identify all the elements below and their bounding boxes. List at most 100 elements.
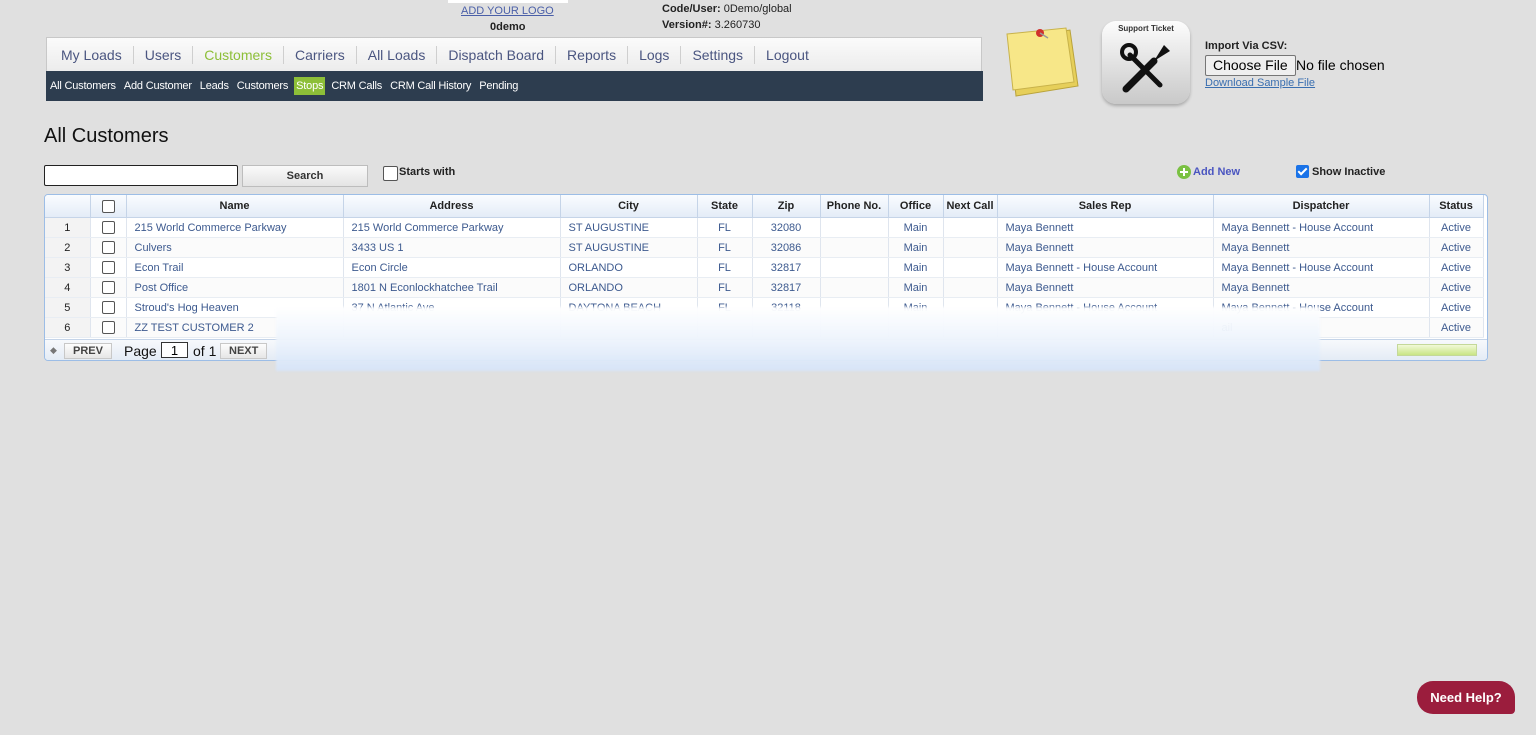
table-cell[interactable]: Active [1429,317,1484,338]
table-cell[interactable]: Active [1429,297,1484,318]
row-checkbox[interactable] [90,257,127,278]
resize-handle-icon[interactable]: ◆ [50,345,57,356]
table-cell[interactable]: Main [888,237,944,258]
table-cell[interactable]: Maya Bennett - House Account [1213,217,1430,238]
prev-page-button[interactable]: PREV [64,343,112,359]
table-cell[interactable]: 215 World Commerce Parkway [343,217,561,238]
sticky-note-icon[interactable] [1004,24,1084,104]
row-checkbox[interactable] [90,277,127,298]
table-row[interactable]: 3 Econ Trail Econ Circle ORLANDO FL 32817 Main… [45,257,1484,278]
table-cell[interactable] [820,217,889,238]
checkbox-icon[interactable] [101,301,115,314]
table-cell[interactable]: FL [697,217,753,238]
page-number-input[interactable] [161,342,188,358]
table-cell[interactable]: Maya Bennett - House Account [1213,257,1430,278]
table-cell[interactable]: Active [1429,277,1484,298]
table-cell[interactable]: Econ Trail [126,257,344,278]
subnav-item-leads[interactable]: Leads [198,77,231,95]
next-page-button[interactable]: NEXT [220,343,268,359]
column-header[interactable]: Next Call [943,195,998,218]
table-cell[interactable] [820,257,889,278]
table-cell[interactable]: ST AUGUSTINE [560,217,698,238]
subnav-item-all-customers[interactable]: All Customers [48,77,118,95]
table-cell[interactable]: FL [697,277,753,298]
table-cell[interactable]: 32817 [752,257,821,278]
column-header[interactable]: Phone No. [820,195,889,218]
checkbox-icon[interactable] [101,199,115,213]
column-header[interactable]: Zip [752,195,821,218]
nav-item-logout[interactable]: Logout [758,47,817,63]
table-cell[interactable]: 32086 [752,237,821,258]
column-header[interactable]: Sales Rep [997,195,1214,218]
table-cell[interactable]: 32817 [752,277,821,298]
nav-item-reports[interactable]: Reports [559,47,624,63]
download-sample-link[interactable]: Download Sample File [1205,77,1315,89]
column-header[interactable]: Status [1429,195,1484,218]
column-header[interactable]: Dispatcher [1213,195,1430,218]
table-cell[interactable]: Active [1429,257,1484,278]
table-cell[interactable]: ORLANDO [560,277,698,298]
table-cell[interactable]: Econ Circle [343,257,561,278]
nav-item-customers[interactable]: Customers [196,47,280,63]
table-cell[interactable]: Post Office [126,277,344,298]
nav-item-settings[interactable]: Settings [684,47,751,63]
table-row[interactable]: 4 Post Office 1801 N Econlockhatchee Trail… [45,277,1484,298]
table-cell[interactable] [943,237,998,258]
column-header[interactable]: City [560,195,698,218]
table-cell[interactable]: 215 World Commerce Parkway [126,217,344,238]
table-cell[interactable]: Maya Bennett [1213,237,1430,258]
table-cell[interactable]: Maya Bennett [1213,277,1430,298]
nav-item-my-loads[interactable]: My Loads [53,47,130,63]
search-button[interactable]: Search [242,165,368,187]
table-cell[interactable]: 3433 US 1 [343,237,561,258]
add-icon[interactable] [1177,165,1191,179]
subnav-item-crm-call-history[interactable]: CRM Call History [388,77,473,95]
table-cell[interactable]: Active [1429,237,1484,258]
row-checkbox[interactable] [90,217,127,238]
table-cell[interactable]: Main [888,277,944,298]
row-checkbox[interactable] [90,317,127,338]
starts-with-checkbox[interactable] [383,166,398,181]
table-cell[interactable]: Maya Bennett [997,237,1214,258]
table-cell[interactable]: Main [888,257,944,278]
nav-item-carriers[interactable]: Carriers [287,47,353,63]
table-cell[interactable]: Culvers [126,237,344,258]
table-row[interactable]: 1 215 World Commerce Parkway 215 World Com… [45,217,1484,238]
table-cell[interactable] [943,257,998,278]
checkbox-icon[interactable] [101,241,115,254]
row-number-header[interactable] [45,195,91,218]
nav-item-users[interactable]: Users [137,47,190,63]
table-cell[interactable]: 32080 [752,217,821,238]
checkbox-icon[interactable] [101,321,115,334]
show-inactive-checkbox[interactable] [1296,165,1309,178]
subnav-item-crm-calls[interactable]: CRM Calls [329,77,384,95]
row-checkbox[interactable] [90,297,127,318]
nav-item-logs[interactable]: Logs [631,47,677,63]
checkbox-icon[interactable] [101,261,115,274]
table-cell[interactable] [943,277,998,298]
table-cell[interactable] [820,237,889,258]
add-logo-link[interactable]: ADD YOUR LOGO [461,5,554,17]
table-cell[interactable]: ST AUGUSTINE [560,237,698,258]
search-input[interactable] [44,165,238,186]
row-checkbox[interactable] [90,237,127,258]
select-all-checkbox[interactable] [90,195,127,218]
table-cell[interactable]: Main [888,217,944,238]
subnav-item-add-customer[interactable]: Add Customer [122,77,194,95]
table-cell[interactable]: FL [697,257,753,278]
nav-item-dispatch-board[interactable]: Dispatch Board [440,47,552,63]
table-cell[interactable]: Maya Bennett - House Account [997,257,1214,278]
column-header[interactable]: State [697,195,753,218]
checkbox-icon[interactable] [101,221,115,234]
table-cell[interactable]: 1801 N Econlockhatchee Trail [343,277,561,298]
subnav-item-customers[interactable]: Customers [235,77,290,95]
subnav-item-pending[interactable]: Pending [477,77,520,95]
nav-item-all-loads[interactable]: All Loads [360,47,434,63]
table-cell[interactable]: FL [697,237,753,258]
checkbox-icon[interactable] [101,281,115,294]
column-header[interactable]: Office [888,195,944,218]
choose-file-button[interactable]: Choose File [1205,55,1296,76]
need-help-button[interactable]: Need Help? [1417,681,1515,714]
subnav-item-stops[interactable]: Stops [294,77,326,95]
table-cell[interactable]: Maya Bennett [997,277,1214,298]
